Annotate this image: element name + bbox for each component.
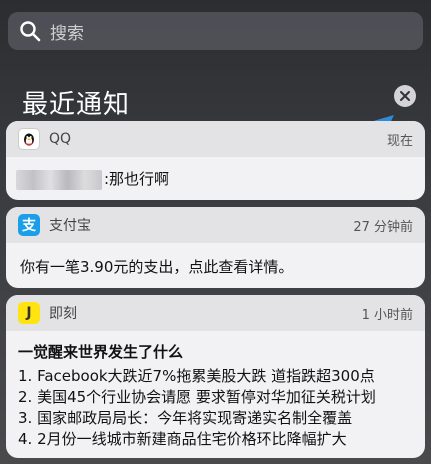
notification-header: QQ 现在 [6,121,425,157]
notification-time: 27 分钟前 [353,219,413,235]
notification-card-qq[interactable]: QQ 现在 :那也行啊 [6,121,425,200]
blurred-sender [16,169,102,190]
news-line: 1. Facebook大跌近7%拖累美股大跌 道指跌超300点 [18,367,375,385]
app-name: 支付宝 [49,218,91,234]
news-line: 3. 国家邮政局局长：今年将实现寄递实名制全覆盖 [18,409,353,427]
qq-penguin-icon [18,128,40,150]
alipay-icon: 支 [18,214,40,236]
notification-time: 1 小时前 [361,307,413,323]
alipay-icon-glyph: 支 [22,218,36,234]
notification-body: :那也行啊 [6,157,425,198]
jike-icon-glyph: J [26,305,32,321]
notification-header: J 即刻 1 小时前 [6,295,425,331]
news-line: 4. 2月份一线城市新建商品住宅价格环比降幅扩大 [18,430,347,448]
notification-time: 现在 [386,133,413,149]
notification-body: 一觉醒来世界发生了什么 1. Facebook大跌近7%拖累美股大跌 道指跌超3… [6,331,425,458]
close-icon [400,91,410,101]
search-placeholder: 搜索 [50,23,84,44]
notification-message: 你有一笔3.90元的支出，点此查看详情。 [20,258,294,276]
news-headline: 一觉醒来世界发生了什么 [18,343,184,361]
search-bar[interactable]: 搜索 [8,12,423,50]
app-name: 即刻 [49,306,77,322]
news-line: 2. 美国45个行业协会请愿 要求暂停对华加征关税计划 [18,388,376,406]
section-title: 最近通知 [22,90,131,120]
app-name: QQ [49,131,72,147]
clear-notifications-button[interactable] [394,85,416,107]
notification-card-alipay[interactable]: 支 支付宝 27 分钟前 你有一笔3.90元的支出，点此查看详情。 [6,207,425,288]
notification-body: 你有一笔3.90元的支出，点此查看详情。 [6,243,425,285]
notification-header: 支 支付宝 27 分钟前 [6,207,425,243]
notification-card-jike[interactable]: J 即刻 1 小时前 一觉醒来世界发生了什么 1. Facebook大跌近7%拖… [6,295,425,458]
notification-message: :那也行啊 [104,170,170,188]
search-icon [20,21,41,42]
jike-icon: J [18,302,40,324]
